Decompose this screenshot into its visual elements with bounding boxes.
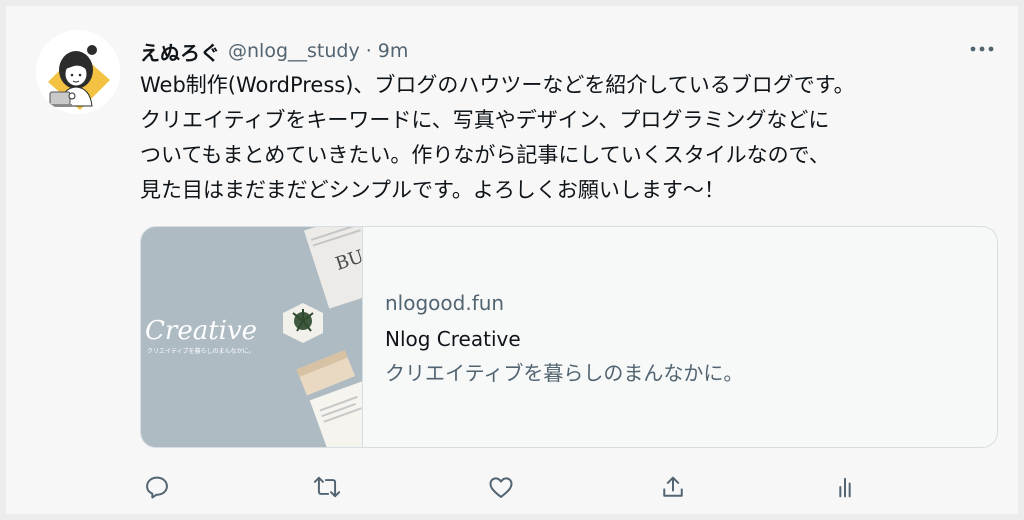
- link-title: Nlog Creative: [385, 327, 521, 351]
- link-description: クリエイティブを暮らしのまんなかに。: [385, 361, 744, 385]
- timestamp[interactable]: 9m: [378, 40, 409, 62]
- reply-button[interactable]: [140, 470, 174, 504]
- illustrated-woman-avatar-icon: [36, 30, 120, 114]
- retweet-icon: [313, 476, 341, 498]
- tweet-card[interactable]: えぬろぐ @nlog__study · 9m Web制作(WordPress)、…: [6, 6, 1018, 514]
- tweet-action-bar: [140, 470, 860, 504]
- separator-dot: ·: [365, 40, 372, 62]
- tweet-text-line: 見た目はまだまだどシンプルです。よろしくお願いします〜！: [140, 178, 725, 202]
- link-meta: nlogood.fun Nlog Creative クリエイティブを暮らしのまん…: [385, 289, 743, 387]
- more-options-button[interactable]: [962, 34, 1002, 64]
- more-horizontal-icon: [970, 46, 994, 52]
- like-icon: [489, 477, 513, 498]
- creative-thumbnail-image: BU Creative クリエイティブを暮らしのまんなかに。: [141, 227, 362, 447]
- share-icon: [663, 476, 683, 497]
- user-handle[interactable]: @nlog__study: [228, 40, 360, 62]
- tweet-text-line: クリエイティブをキーワードに、写真やデザイン、プログラミングなどに: [140, 108, 830, 132]
- link-thumbnail: BU Creative クリエイティブを暮らしのまんなかに。: [141, 227, 363, 447]
- like-button[interactable]: [484, 470, 518, 504]
- retweet-button[interactable]: [310, 470, 344, 504]
- display-name[interactable]: えぬろぐ: [140, 37, 220, 66]
- thumbnail-tagline: クリエイティブを暮らしのまんなかに。: [147, 347, 255, 355]
- tweet-text-line: Web制作(WordPress)、ブログのハウツーなどを紹介しているブログです。: [140, 73, 855, 97]
- link-preview-card[interactable]: BU Creative クリエイティブを暮らしのまんなかに。 nlogood.f…: [140, 226, 998, 448]
- avatar[interactable]: [36, 30, 120, 114]
- reply-icon: [146, 476, 168, 499]
- thumbnail-script-text: Creative: [145, 316, 257, 346]
- tweet-header: えぬろぐ @nlog__study · 9m: [140, 36, 408, 66]
- tweet-text: Web制作(WordPress)、ブログのハウツーなどを紹介しているブログです。…: [140, 68, 1000, 208]
- analytics-icon: [839, 477, 851, 498]
- tweet-text-line: ついてもまとめていきたい。作りながら記事にしていくスタイルなので、: [140, 143, 830, 167]
- link-domain: nlogood.fun: [385, 291, 505, 315]
- analytics-button[interactable]: [828, 470, 862, 504]
- share-button[interactable]: [656, 470, 690, 504]
